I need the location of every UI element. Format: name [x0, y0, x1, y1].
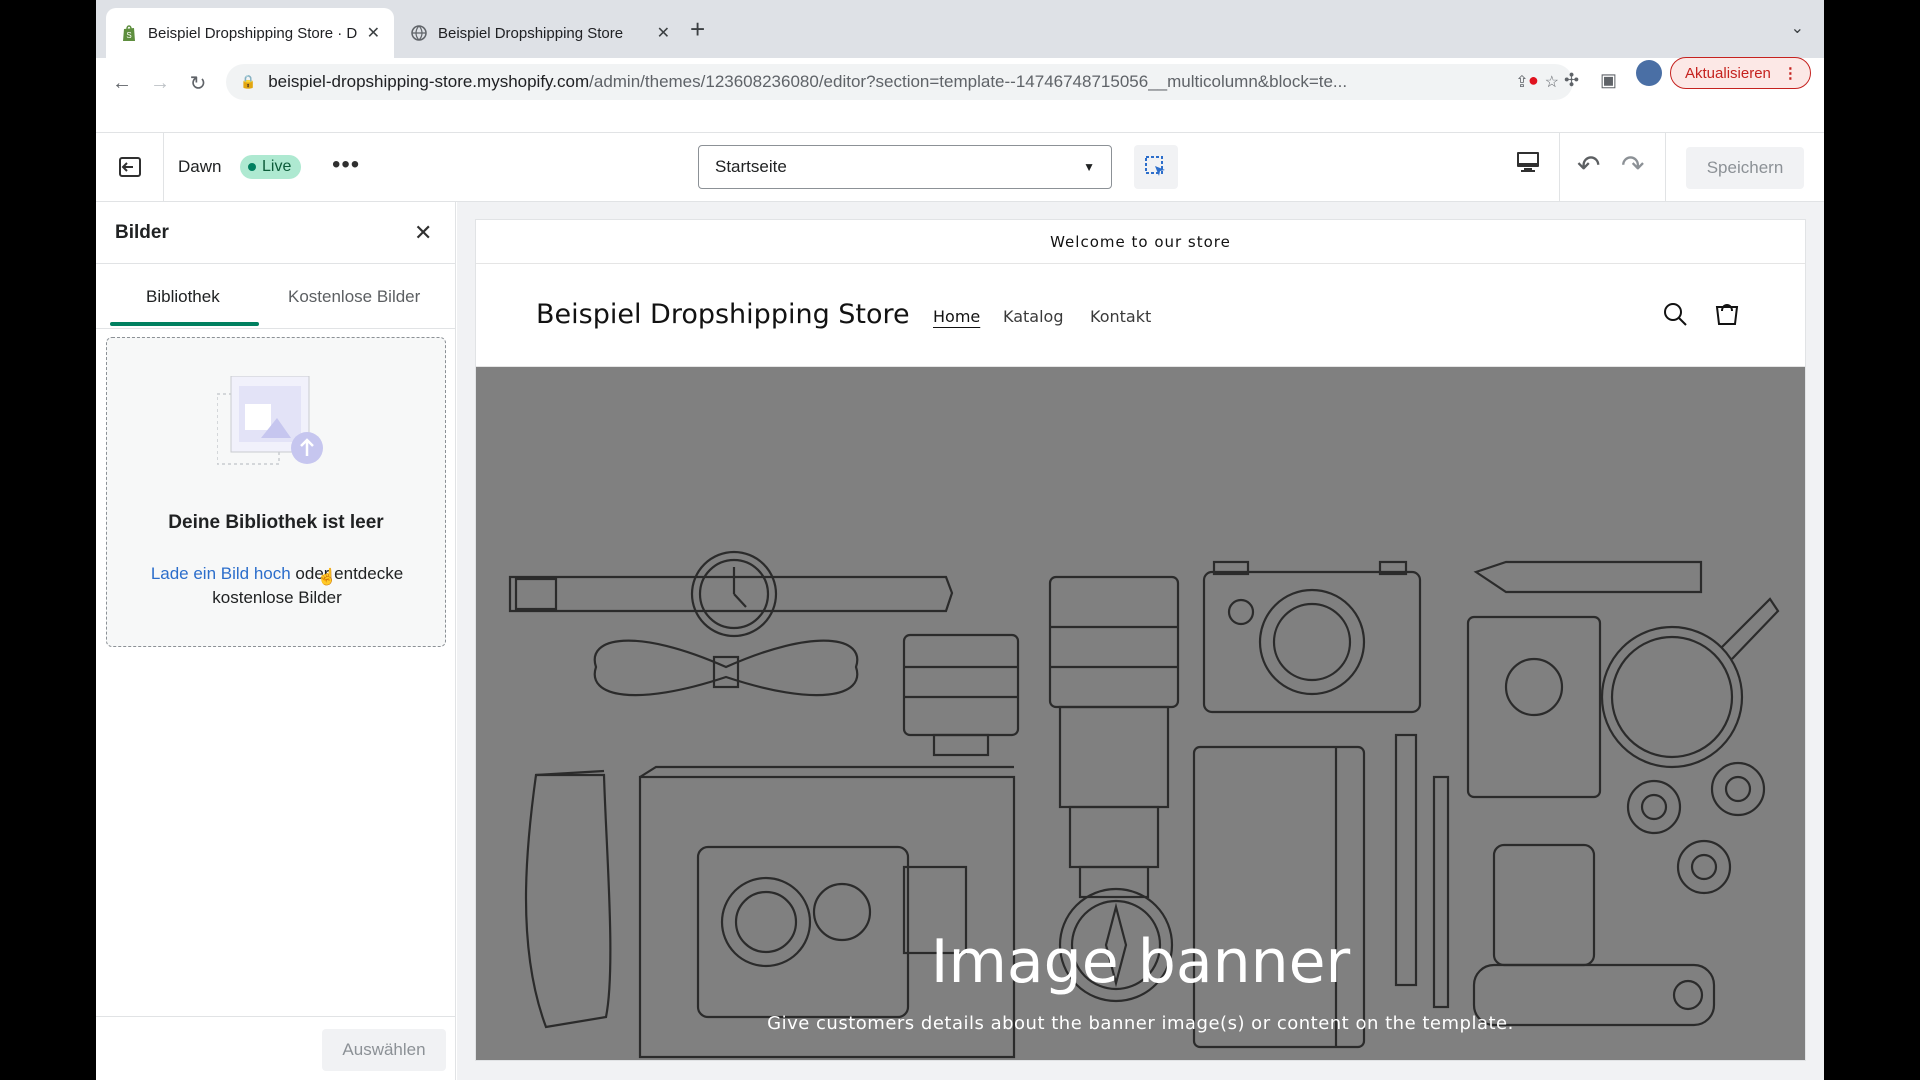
panel-header: Bilder ✕ [96, 202, 456, 264]
nav-home[interactable]: Home [933, 307, 980, 326]
forward-arrow-icon[interactable]: → [141, 72, 179, 95]
theme-name: Dawn [178, 157, 222, 176]
menu-dots-icon: ⋮ [1782, 65, 1798, 82]
banner-title: Image banner [930, 927, 1351, 997]
update-label: Aktualisieren [1685, 64, 1771, 82]
exit-icon [118, 157, 141, 177]
upload-image-link[interactable]: Lade ein Bild hoch [151, 564, 291, 583]
select-button[interactable]: Auswählen [322, 1029, 446, 1071]
panel-tabs: Bibliothek Kostenlose Bilder [96, 265, 456, 329]
search-icon[interactable] [1662, 301, 1688, 327]
browser-tab[interactable]: Beispiel Dropshipping Store ✕ [396, 8, 684, 58]
live-badge: Live [240, 155, 302, 179]
hand-cursor-icon: ☝ [317, 569, 337, 586]
undo-icon[interactable]: ↶ [1577, 149, 1600, 182]
new-tab-icon[interactable]: + [690, 16, 705, 42]
select-cursor-icon [1145, 156, 1165, 176]
nav-contact[interactable]: Kontakt [1090, 307, 1151, 326]
tab-title: Beispiel Dropshipping Store · D [148, 24, 358, 42]
puzzle-extensions-icon[interactable]: ✣ [1564, 70, 1579, 91]
empty-library-text: Lade ein Bild hoch oder entdecke kostenl… [137, 562, 417, 610]
more-actions-icon[interactable]: ••• [332, 151, 360, 179]
bookmark-star-icon[interactable]: ☆ [1545, 72, 1559, 92]
url-path: /admin/themes/123608236080/editor?sectio… [589, 72, 1348, 91]
empty-library-title: Deine Bibliothek ist leer [168, 512, 384, 533]
back-arrow-icon[interactable]: ← [103, 72, 141, 95]
browser-window: S Beispiel Dropshipping Store · D ✕ Beis… [96, 0, 1824, 1080]
desktop-preview-icon[interactable] [1516, 151, 1540, 179]
save-button[interactable]: Speichern [1686, 147, 1804, 189]
panel-footer: Auswählen [96, 1016, 456, 1080]
tab-library[interactable]: Bibliothek [146, 287, 220, 307]
page-select-value: Startseite [715, 157, 787, 176]
globe-icon [410, 24, 428, 42]
page-select[interactable]: Startseite ▼ [698, 145, 1112, 189]
active-tab-indicator [110, 322, 259, 326]
store-preview[interactable]: Welcome to our store Beispiel Dropshippi… [476, 220, 1805, 1060]
tab-title: Beispiel Dropshipping Store [438, 24, 624, 42]
redo-icon[interactable]: ↷ [1621, 149, 1644, 182]
nav-catalog[interactable]: Katalog [1003, 307, 1063, 326]
share-icon[interactable]: ⇪ [1515, 72, 1528, 92]
upload-dropzone[interactable]: Deine Bibliothek ist leer Lade ein Bild … [106, 337, 446, 647]
banner-subtitle: Give customers details about the banner … [767, 1013, 1514, 1034]
tab-strip: S Beispiel Dropshipping Store · D ✕ Beis… [96, 0, 1824, 58]
image-upload-illustration [217, 376, 323, 465]
update-browser-button[interactable]: Aktualisieren ⋮ [1670, 57, 1811, 89]
divider [1665, 133, 1666, 201]
inspector-toggle-button[interactable] [1134, 145, 1178, 189]
live-label: Live [262, 158, 292, 175]
close-tab-icon[interactable]: ✕ [367, 23, 380, 43]
store-header: Beispiel Dropshipping Store Home Katalog… [476, 265, 1805, 367]
browser-toolbar: ← → ↻ 🔒 beispiel-dropshipping-store.mysh… [96, 58, 1824, 108]
reload-icon[interactable]: ↻ [179, 71, 217, 96]
announcement-bar: Welcome to our store [476, 220, 1805, 264]
exit-editor-button[interactable] [96, 133, 164, 201]
store-logo-text[interactable]: Beispiel Dropshipping Store [536, 299, 910, 330]
image-banner[interactable]: Image banner Give customers details abou… [476, 367, 1805, 1060]
profile-avatar[interactable] [1636, 60, 1662, 86]
browser-tab-active[interactable]: S Beispiel Dropshipping Store · D ✕ [106, 8, 394, 58]
panel-title: Bilder [115, 222, 169, 243]
cart-icon[interactable] [1714, 301, 1740, 327]
sidebar-panel-icon[interactable]: ▣ [1600, 70, 1617, 91]
address-bar[interactable]: 🔒 beispiel-dropshipping-store.myshopify.… [226, 64, 1573, 100]
divider [1559, 133, 1560, 201]
opera-extension-icon[interactable]: ● [1528, 70, 1539, 91]
close-tab-icon[interactable]: ✕ [657, 23, 670, 43]
editor-topbar: Dawn Live ••• Startseite ▼ ↶ ↷ Speichern [96, 132, 1824, 202]
image-picker-panel: Bilder ✕ Bibliothek Kostenlose Bilder De… [96, 202, 456, 1080]
chevron-down-icon[interactable]: ⌄ [1791, 18, 1804, 38]
shopify-icon: S [120, 24, 138, 42]
url-host: beispiel-dropshipping-store.myshopify.co… [268, 72, 590, 91]
lock-icon: 🔒 [240, 74, 257, 89]
svg-text:S: S [126, 31, 131, 40]
close-icon[interactable]: ✕ [414, 220, 432, 246]
caret-down-icon: ▼ [1083, 160, 1095, 174]
tab-free-images[interactable]: Kostenlose Bilder [288, 287, 420, 307]
